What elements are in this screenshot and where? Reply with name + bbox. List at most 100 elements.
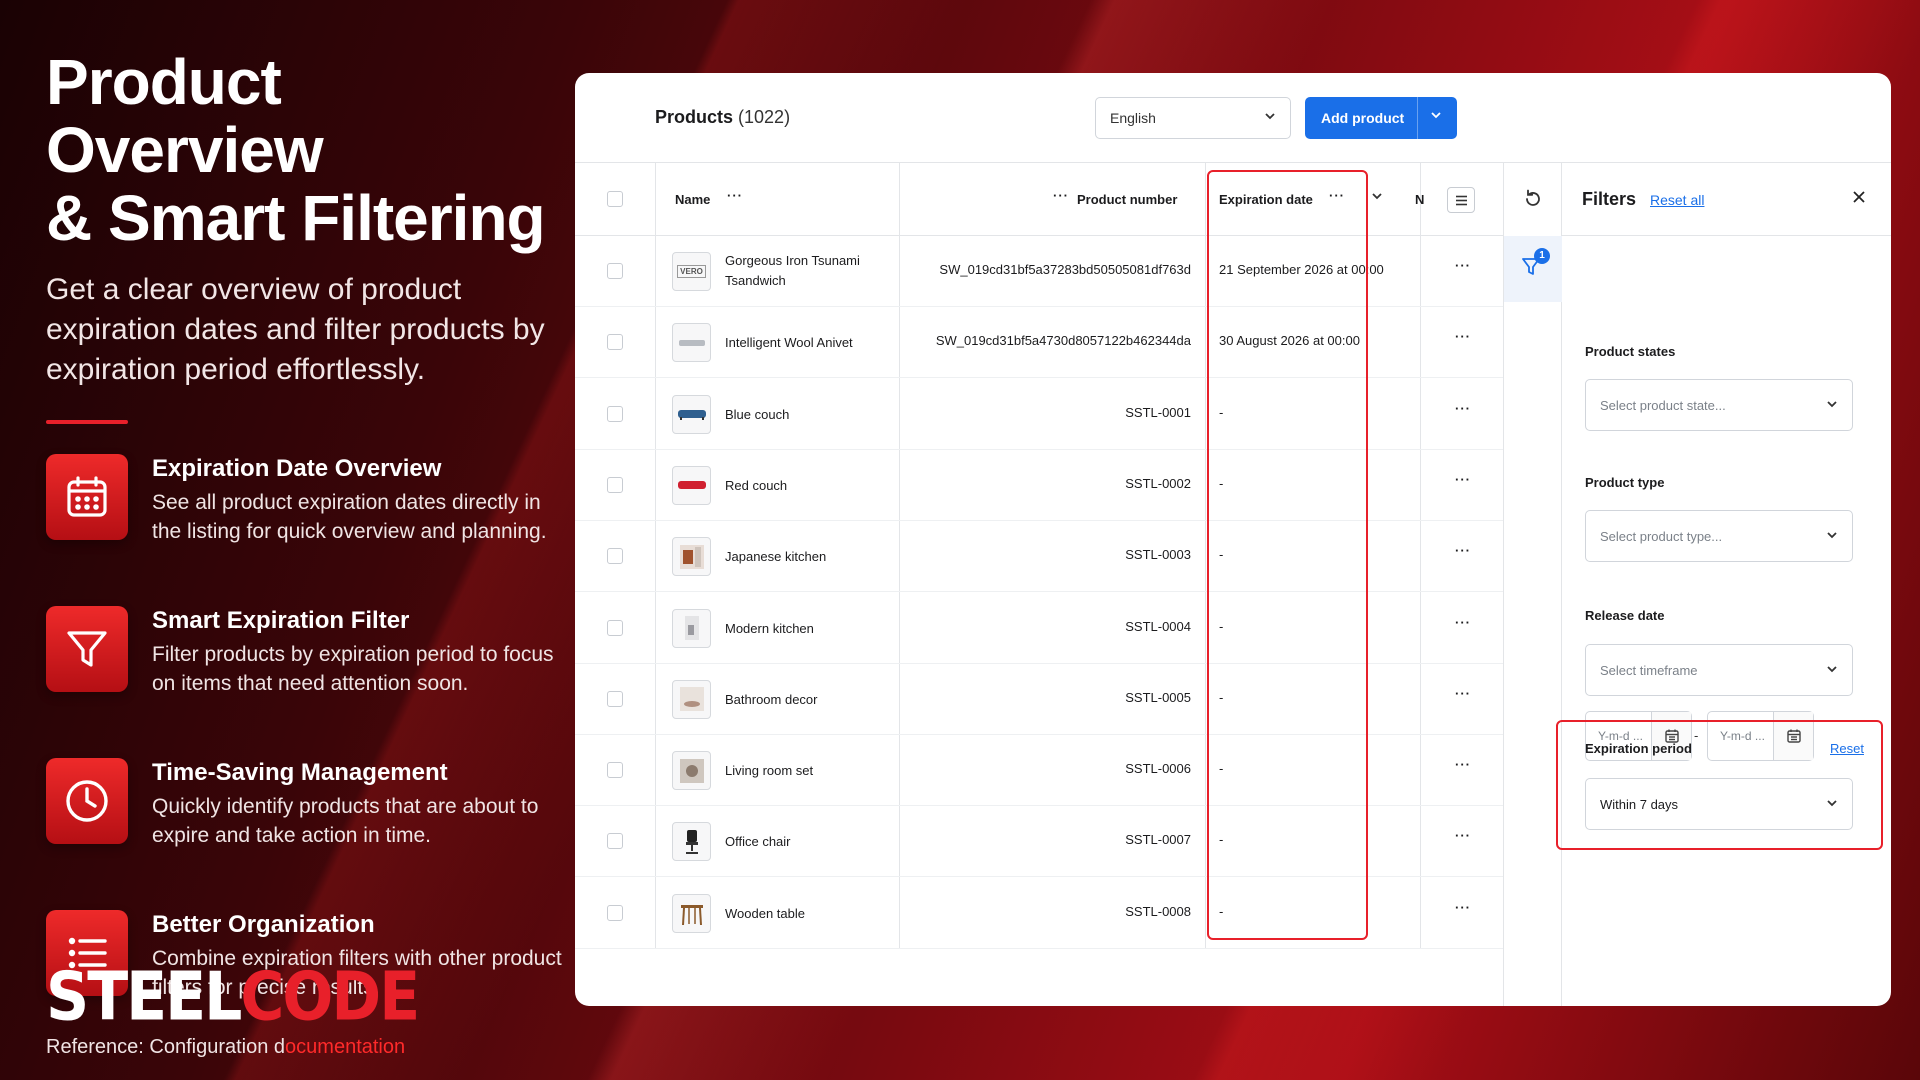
row-actions-icon[interactable]: ···: [1455, 329, 1471, 344]
product-name[interactable]: Blue couch: [725, 405, 885, 425]
product-thumbnail: [672, 893, 711, 933]
product-name[interactable]: Intelligent Wool Anivet: [725, 333, 885, 353]
row-actions-icon[interactable]: ···: [1455, 401, 1471, 416]
row-checkbox[interactable]: [607, 263, 623, 279]
product-name[interactable]: Bathroom decor: [725, 690, 885, 710]
product-name[interactable]: Gorgeous Iron Tsunami Tsandwich: [725, 251, 885, 291]
add-product-label: Add product: [1321, 110, 1405, 126]
row-checkbox[interactable]: [607, 904, 623, 921]
feature-title: Better Organization: [152, 911, 375, 938]
feature-title: Expiration Date Overview: [152, 455, 442, 482]
chevron-down-icon: [1826, 529, 1838, 544]
row-actions-icon[interactable]: ···: [1455, 900, 1471, 915]
refresh-icon[interactable]: [1523, 189, 1543, 214]
product-thumbnail: [672, 465, 711, 505]
feature-list: Expiration Date Overview See all product…: [46, 454, 566, 1040]
product-number: SSTL-0003: [1125, 547, 1191, 563]
row-actions-icon[interactable]: ···: [1455, 543, 1471, 558]
product-thumbnail: [672, 608, 711, 648]
chevron-down-icon[interactable]: [1371, 190, 1383, 205]
filters-panel: Filters Reset all Product states Select …: [1556, 163, 1891, 1006]
close-icon[interactable]: [1852, 187, 1866, 210]
row-checkbox[interactable]: [607, 762, 623, 779]
feature-description: See all product expiration dates directl…: [152, 491, 547, 543]
chevron-down-icon: [1264, 109, 1276, 125]
language-value: English: [1110, 110, 1156, 126]
product-name[interactable]: Japanese kitchen: [725, 547, 885, 567]
row-actions-icon[interactable]: ···: [1455, 258, 1471, 273]
brand-logo: STEELCODE: [46, 957, 420, 1037]
blue-couch-thumb: [677, 410, 706, 421]
feature-title: Smart Expiration Filter: [152, 607, 410, 634]
column-header-product-number[interactable]: Product number: [1077, 192, 1177, 207]
row-checkbox[interactable]: [607, 619, 623, 636]
feature-item: Expiration Date Overview See all product…: [46, 454, 566, 584]
column-menu-icon[interactable]: ···: [1053, 188, 1069, 203]
product-thumbnail: [672, 679, 711, 719]
add-product-button[interactable]: Add product: [1305, 97, 1457, 139]
product-thumbnail: VERO: [672, 252, 711, 291]
product-type-select[interactable]: Select product type...: [1585, 510, 1853, 562]
product-name[interactable]: Wooden table: [725, 904, 885, 924]
select-placeholder: Select product state...: [1600, 398, 1726, 413]
select-all-checkbox[interactable]: [607, 191, 623, 207]
filters-header: Filters Reset all: [1562, 163, 1891, 236]
feature-item: Time-Saving Management Quickly identify …: [46, 758, 566, 888]
chevron-down-icon: [1826, 398, 1838, 413]
product-thumbnail: [672, 537, 711, 577]
product-name[interactable]: Modern kitchen: [725, 619, 885, 639]
expiration-period-select[interactable]: Within 7 days: [1585, 778, 1853, 830]
column-settings-icon[interactable]: [1447, 187, 1475, 213]
row-actions-icon[interactable]: ···: [1455, 615, 1471, 630]
row-actions-icon[interactable]: ···: [1455, 828, 1471, 843]
product-name[interactable]: Red couch: [725, 476, 885, 496]
feature-description: Quickly identify products that are about…: [152, 795, 539, 847]
headline-line-2: & Smart Filtering: [46, 182, 546, 254]
clock-icon: [46, 758, 128, 844]
row-checkbox[interactable]: [607, 690, 623, 707]
chevron-down-icon[interactable]: [1430, 108, 1442, 124]
row-actions-icon[interactable]: ···: [1455, 686, 1471, 701]
reference-prefix: Reference: Configuration d: [46, 1036, 286, 1058]
row-checkbox[interactable]: [607, 334, 623, 351]
feature-item: Smart Expiration Filter Filter products …: [46, 606, 566, 736]
column-header-name[interactable]: Name: [675, 192, 710, 207]
release-date-select[interactable]: Select timeframe: [1585, 644, 1853, 696]
expiration-column-highlight: [1207, 170, 1368, 940]
feature-title: Time-Saving Management: [152, 759, 448, 786]
column-menu-icon[interactable]: ···: [727, 188, 743, 203]
expiration-reset-link[interactable]: Reset: [1830, 741, 1864, 756]
marketing-column: Product Overview & Smart Filtering Get a…: [46, 48, 566, 1062]
feature-description: Filter products by expiration period to …: [152, 643, 554, 695]
product-number: SSTL-0006: [1125, 761, 1191, 777]
product-number: SSTL-0004: [1125, 618, 1191, 634]
filter-count-badge: 1: [1534, 248, 1550, 264]
row-checkbox[interactable]: [607, 405, 623, 422]
product-type-label: Product type: [1585, 475, 1665, 490]
reset-all-link[interactable]: Reset all: [1650, 192, 1704, 208]
reference-link[interactable]: ocumentation: [285, 1036, 405, 1058]
kitchen-thumb: [679, 544, 704, 569]
product-number: SSTL-0002: [1125, 475, 1191, 491]
product-states-select[interactable]: Select product state...: [1585, 379, 1853, 431]
brand-part-1: STEEL: [46, 957, 242, 1037]
language-select[interactable]: English: [1095, 97, 1291, 139]
row-actions-icon[interactable]: ···: [1455, 757, 1471, 772]
product-name[interactable]: Living room set: [725, 761, 885, 781]
row-actions-icon[interactable]: ···: [1455, 472, 1471, 487]
row-checkbox[interactable]: [607, 548, 623, 565]
living-room-thumb: [679, 758, 704, 783]
filter-toggle[interactable]: 1: [1504, 236, 1562, 302]
row-checkbox[interactable]: [607, 833, 623, 850]
office-chair-thumb: [685, 829, 698, 854]
row-checkbox[interactable]: [607, 476, 623, 493]
gray-product-thumb: [678, 339, 705, 346]
subheadline: Get a clear overview of product expirati…: [46, 273, 545, 386]
release-date-label: Release date: [1585, 608, 1665, 623]
product-name[interactable]: Office chair: [725, 832, 885, 852]
reference-note: Reference: Configuration documentation: [46, 1036, 405, 1059]
brand-part-2: CODE: [240, 957, 420, 1037]
column-header-truncated[interactable]: N: [1415, 192, 1424, 207]
products-count: (1022): [738, 107, 791, 127]
expiration-period-label: Expiration period: [1585, 741, 1692, 756]
